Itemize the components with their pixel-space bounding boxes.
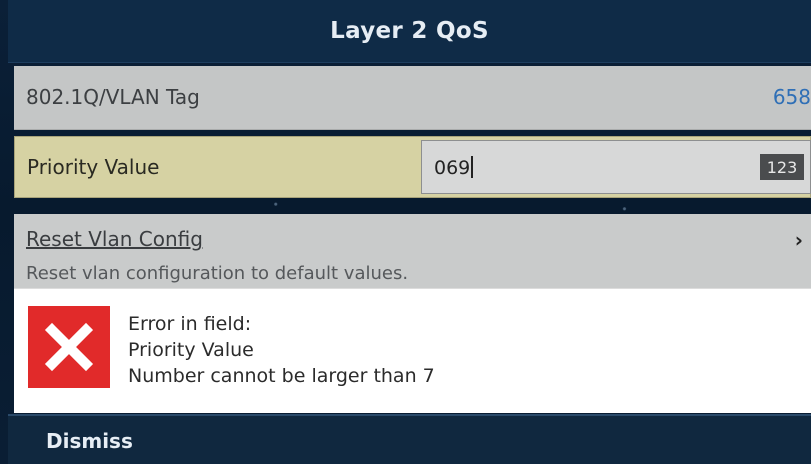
priority-input-value: 069 (434, 157, 471, 179)
priority-value-label: Priority Value (27, 155, 160, 179)
page-title: Layer 2 QoS (330, 18, 489, 44)
priority-input-text: 069 (434, 156, 474, 179)
error-line-2: Priority Value (128, 339, 254, 361)
text-cursor (471, 156, 474, 178)
priority-value-input[interactable]: 069 123 (421, 140, 811, 194)
error-dialog: Error in field: Priority Value Number ca… (14, 288, 811, 413)
error-line-1: Error in field: (128, 313, 252, 335)
priority-value-row[interactable]: Priority Value 069 123 (14, 136, 811, 198)
reset-vlan-config-label[interactable]: Reset Vlan Config (26, 227, 203, 251)
title-bar: Layer 2 QoS (8, 0, 811, 63)
dismiss-button[interactable]: Dismiss (46, 429, 133, 453)
error-x-icon (28, 306, 110, 388)
reset-vlan-config-description: Reset vlan configuration to default valu… (26, 263, 409, 284)
error-line-3: Number cannot be larger than 7 (128, 365, 435, 387)
vlan-tag-row[interactable]: 802.1Q/VLAN Tag 658 (14, 66, 811, 130)
vlan-tag-label: 802.1Q/VLAN Tag (26, 85, 200, 109)
reset-vlan-config-row[interactable]: Reset Vlan Config › Reset vlan configura… (14, 214, 811, 288)
dismiss-bar: Dismiss (8, 414, 811, 464)
vlan-tag-value: 658 (772, 85, 811, 109)
chevron-right-icon: › (794, 228, 803, 252)
error-message: Error in field: Priority Value Number ca… (128, 311, 435, 389)
numeric-keyboard-badge[interactable]: 123 (760, 154, 804, 180)
